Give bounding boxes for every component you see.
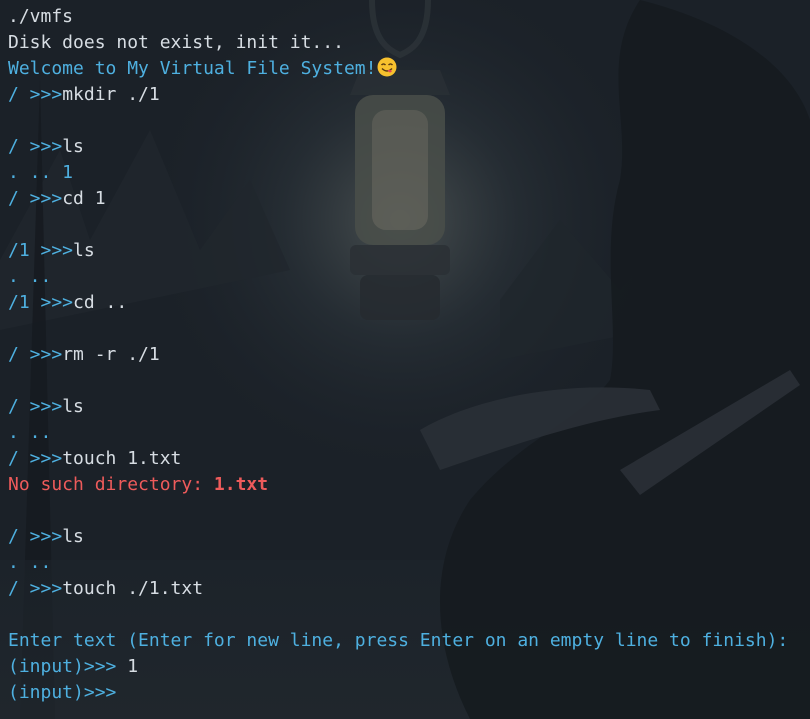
terminal-prompt: /1 >>>: [8, 240, 74, 261]
terminal-line: Disk does not exist, init it...: [8, 30, 810, 56]
terminal-line: / >>>mkdir ./1: [8, 82, 810, 108]
terminal-text: ls: [62, 136, 84, 157]
terminal-output: ./vmfs Disk does not exist, init it... Wel…: [0, 0, 810, 706]
terminal-line: (input)>>>: [8, 680, 810, 706]
terminal-text: 1.txt: [213, 474, 269, 495]
terminal-text: Enter text (Enter for new line, press En…: [8, 630, 789, 651]
terminal-text: (input)>>>: [8, 682, 117, 703]
terminal-text: touch 1.txt: [62, 448, 182, 469]
terminal-text: 1: [116, 656, 139, 677]
terminal-line: / >>>touch ./1.txt: [8, 576, 810, 602]
terminal-prompt: / >>>: [8, 526, 63, 547]
terminal-line: . ..: [8, 264, 810, 290]
terminal-line: / >>>ls: [8, 524, 810, 550]
terminal-text: rm -r ./1: [62, 344, 160, 365]
terminal-line: Enter text (Enter for new line, press En…: [8, 628, 810, 654]
terminal-text: cd ..: [73, 292, 128, 313]
terminal-prompt: (input)>>>: [8, 656, 117, 677]
terminal-line: / >>>ls: [8, 394, 810, 420]
terminal-prompt: / >>>: [8, 448, 63, 469]
terminal-line: (input)>>> 1: [8, 654, 810, 680]
terminal-text: ls: [62, 396, 84, 417]
terminal-prompt: / >>>: [8, 84, 63, 105]
terminal-line: / >>>cd 1: [8, 186, 810, 212]
terminal-text: ls: [73, 240, 95, 261]
terminal-line: . ..: [8, 420, 810, 446]
terminal-text: Disk does not exist, init it...: [8, 32, 344, 53]
terminal-text: ls: [62, 526, 84, 547]
terminal-text: . ..: [8, 266, 52, 287]
terminal-line: /1 >>>cd ..: [8, 290, 810, 316]
face-savoring-food-icon: [377, 57, 397, 77]
terminal-window[interactable]: ./vmfs Disk does not exist, init it... Wel…: [0, 0, 810, 719]
terminal-text: . ..: [8, 552, 52, 573]
terminal-line: / >>>ls: [8, 134, 810, 160]
terminal-line: . .. 1: [8, 160, 810, 186]
terminal-prompt: /1 >>>: [8, 292, 74, 313]
terminal-text: cd 1: [62, 188, 106, 209]
terminal-text: No such directory:: [8, 474, 214, 495]
terminal-prompt: / >>>: [8, 136, 63, 157]
terminal-text: ./vmfs: [8, 6, 74, 27]
terminal-line: No such directory: 1.txt: [8, 472, 810, 498]
terminal-text: mkdir ./1: [62, 84, 160, 105]
terminal-line: . ..: [8, 550, 810, 576]
terminal-prompt: / >>>: [8, 344, 63, 365]
terminal-text: . ..: [8, 422, 52, 443]
terminal-text: touch ./1.txt: [62, 578, 204, 599]
terminal-prompt: Welcome to My Virtual File System!: [8, 58, 377, 79]
terminal-prompt: / >>>: [8, 396, 63, 417]
terminal-line: /1 >>>ls: [8, 238, 810, 264]
terminal-prompt: / >>>: [8, 188, 63, 209]
terminal-line: Welcome to My Virtual File System!: [8, 56, 810, 82]
terminal-text: . .. 1: [8, 162, 74, 183]
terminal-prompt: / >>>: [8, 578, 63, 599]
terminal-line: ./vmfs: [8, 4, 810, 30]
terminal-line: / >>>touch 1.txt: [8, 446, 810, 472]
terminal-line: / >>>rm -r ./1: [8, 342, 810, 368]
